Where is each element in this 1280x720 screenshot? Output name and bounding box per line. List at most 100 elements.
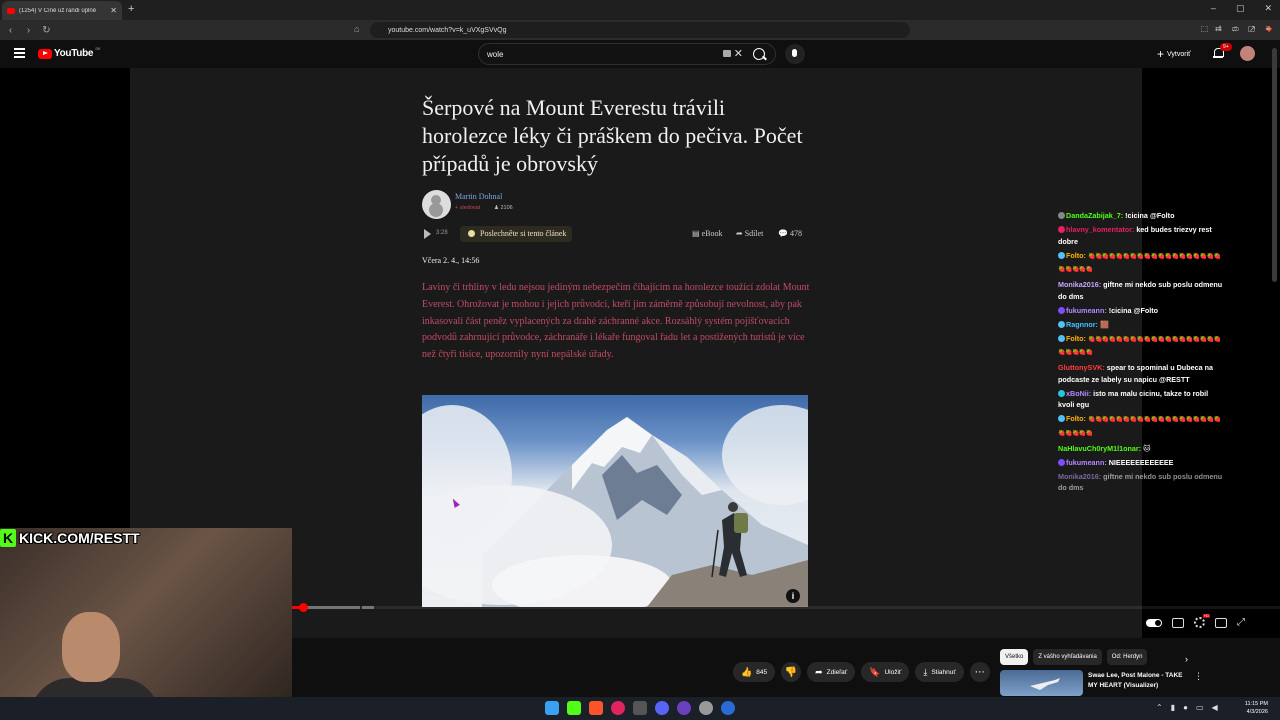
related-video-thumbnail[interactable] — [1000, 670, 1083, 696]
minimize-button[interactable]: – — [1211, 3, 1216, 14]
like-count: 845 — [756, 668, 768, 676]
ebook-link: ▤ eBook — [692, 229, 723, 238]
fullscreen-icon[interactable]: ⤢ — [1237, 617, 1247, 628]
hamburger-menu-icon[interactable] — [14, 48, 25, 58]
browser-tab[interactable]: (1254) V Číně už randí úplně ✕ — [2, 1, 122, 20]
share-button[interactable]: ➦ Zdieľať — [807, 662, 856, 682]
kick-logo-icon: K — [0, 529, 16, 547]
network-icon[interactable]: ▭ — [1196, 703, 1204, 712]
notification-badge: 9+ — [1220, 43, 1232, 51]
related-video-title[interactable]: Swae Lee, Post Malone - TAKE MY HEART (V… — [1088, 671, 1188, 691]
bookmark-save-icon: 🔖 — [869, 666, 881, 677]
search-query: wole — [487, 49, 504, 59]
chat-text: !cicina @Folto — [1108, 305, 1159, 315]
download-button[interactable]: ⤓ Stiahnuť — [915, 662, 964, 682]
more-actions-button[interactable]: ⋯ — [969, 662, 990, 682]
screen: (1254) V Číně už randí úplně ✕ + – ▢ ✕ ‹… — [0, 0, 1280, 720]
search-icon[interactable] — [753, 48, 765, 60]
page-scrollbar[interactable] — [1272, 48, 1277, 282]
nvidia-icon[interactable]: ▮ — [1171, 703, 1175, 712]
article-share-link: ➦ Sdílet — [736, 229, 764, 238]
chrome-icon[interactable] — [699, 701, 713, 715]
create-button[interactable]: + Vytvoriť — [1157, 47, 1191, 61]
youtube-logo[interactable]: YouTube SK — [38, 46, 101, 59]
explorer-icon[interactable] — [633, 701, 647, 715]
obs-icon[interactable] — [677, 701, 691, 715]
dislike-button[interactable]: 👎 — [781, 662, 802, 682]
chat-username[interactable]: fukumeann: — [1066, 458, 1107, 467]
taskbar-apps — [545, 701, 735, 715]
progress-track[interactable] — [292, 606, 1280, 609]
related-more-icon[interactable]: ⋮ — [1194, 671, 1203, 682]
chip-from-search[interactable]: Z vášho vyhľadávania — [1033, 649, 1102, 665]
progress-scrubber[interactable] — [299, 603, 308, 612]
chat-username[interactable]: Folto: — [1066, 251, 1086, 260]
volume-icon[interactable]: ◀ — [1212, 703, 1218, 712]
chat-username[interactable]: Folto: — [1066, 334, 1086, 343]
chat-username[interactable]: xBoNii: — [1066, 389, 1091, 398]
kick-app-icon[interactable] — [567, 701, 581, 715]
chat-username[interactable]: Monika2016: — [1058, 280, 1101, 289]
discord-icon[interactable] — [655, 701, 669, 715]
chat-username[interactable]: fukumeann: — [1066, 306, 1107, 315]
youtube-favicon-icon — [7, 7, 15, 14]
bookmark-icon[interactable]: ⌂ — [354, 24, 359, 34]
new-tab-button[interactable]: + — [128, 3, 134, 15]
chat-badge-icon — [1058, 415, 1065, 422]
thumbs-down-icon: 👎 — [784, 666, 798, 678]
windows-start-icon[interactable] — [545, 701, 559, 715]
followers-count: ♟ 2106 — [494, 205, 513, 211]
address-bar[interactable]: youtube.com/watch?v=k_uVXgSVvQg — [370, 22, 910, 38]
chat-message: xBoNii: isto ma malu cicinu, takze to ro… — [1058, 388, 1224, 411]
stream-chat: DandaZabijak_7: !cicina @Folto hlavny_kom… — [1058, 210, 1224, 496]
tray-expand-icon[interactable]: ⌃ — [1156, 703, 1163, 712]
like-button[interactable]: 👍 845 — [733, 662, 776, 682]
chat-username[interactable]: Folto: — [1066, 414, 1086, 423]
maximize-button[interactable]: ▢ — [1236, 3, 1245, 14]
downloads-icon[interactable]: ⤓ — [1218, 24, 1222, 34]
extensions-icon[interactable]: ⬚ — [1201, 24, 1209, 34]
url-text: youtube.com/watch?v=k_uVXgSVvQg — [388, 26, 507, 34]
wallet-icon[interactable]: ▢ — [1248, 24, 1256, 34]
author-avatar — [422, 190, 451, 219]
settings-gear-icon[interactable] — [1194, 614, 1211, 628]
voice-search-icon[interactable] — [785, 44, 805, 64]
save-label: Uložiť — [884, 668, 902, 676]
download-label: Stiahnuť — [931, 668, 956, 676]
chat-username[interactable]: hlavny_komentator: — [1066, 225, 1134, 234]
search-input[interactable]: wole ✕ — [478, 43, 776, 65]
close-tab-icon[interactable]: ✕ — [110, 6, 117, 15]
mic-tray-icon[interactable]: ● — [1183, 703, 1188, 712]
chevron-right-icon[interactable]: › — [1185, 654, 1188, 664]
pin-app-icon[interactable] — [611, 701, 625, 715]
back-icon[interactable]: ‹ — [3, 25, 18, 36]
keyboard-icon[interactable] — [723, 50, 731, 57]
chat-username[interactable]: NaHlavuCh0ryM1l1onar: — [1058, 444, 1141, 453]
comments-link: 💬 478 — [778, 229, 802, 238]
chip-from-channel[interactable]: Od: Herdyn — [1106, 649, 1148, 665]
player-controls-right: ⤢ — [1146, 614, 1247, 628]
chip-all[interactable]: Všetko — [1000, 649, 1029, 665]
chat-username[interactable]: GluttonySVK: — [1058, 363, 1105, 372]
chat-username[interactable]: DandaZabijak_7: — [1066, 211, 1123, 220]
chat-username[interactable]: Ragnnor: — [1066, 320, 1098, 329]
taskbar-clock[interactable]: 11:15 PM 4/3/2026 — [1232, 700, 1268, 716]
theater-mode-icon[interactable] — [1215, 617, 1227, 628]
steam-icon[interactable] — [721, 701, 735, 715]
plus-icon: + — [1157, 47, 1165, 61]
reload-icon[interactable]: ↻ — [39, 25, 54, 36]
menu-icon[interactable]: ≡ — [1265, 24, 1270, 34]
save-button[interactable]: 🔖 Uložiť — [861, 662, 910, 682]
clear-search-icon[interactable]: ✕ — [734, 47, 743, 60]
forward-icon[interactable]: › — [21, 25, 36, 36]
avatar[interactable] — [1240, 46, 1255, 61]
play-audio-icon — [424, 229, 431, 239]
chat-username[interactable]: Monika2016: — [1058, 472, 1101, 481]
brave-browser-icon[interactable] — [589, 701, 603, 715]
close-window-button[interactable]: ✕ — [1264, 3, 1272, 14]
autoplay-toggle[interactable] — [1146, 618, 1162, 627]
mountain-illustration — [422, 405, 808, 607]
windows-taskbar: ⌃ ▮ ● ▭ ◀ 11:15 PM 4/3/2026 — [0, 697, 1280, 720]
media-icon[interactable]: ♫ — [1232, 24, 1238, 34]
subtitles-icon[interactable] — [1172, 617, 1184, 628]
